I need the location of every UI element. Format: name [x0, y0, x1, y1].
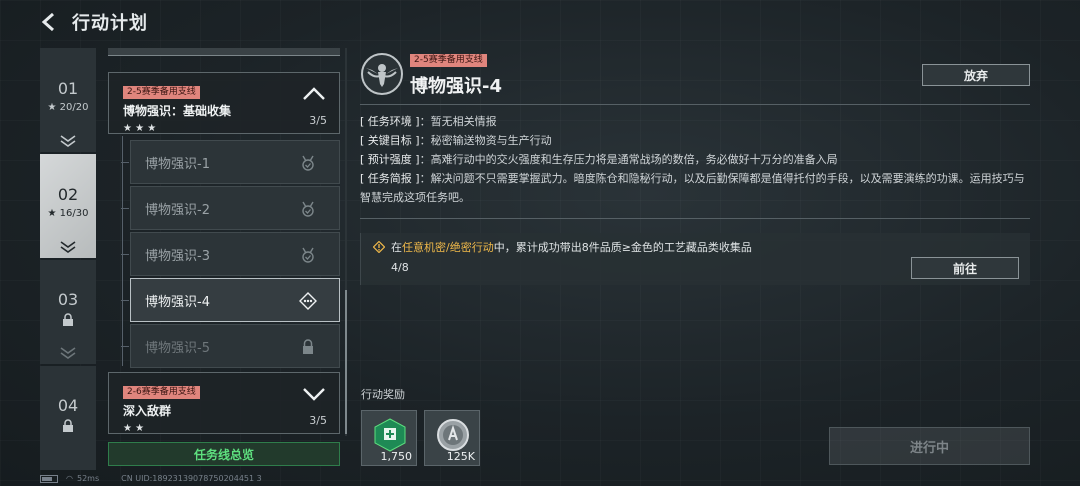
chevron-down-icon[interactable] — [301, 385, 327, 403]
lock-icon — [63, 418, 73, 432]
double-chevron-down-icon — [60, 241, 76, 253]
double-chevron-down-icon — [60, 347, 76, 359]
mission-objective: 在任意机密/绝密行动中，累计成功带出8件品质≥金色的工艺藏品类收集品 4/8 前… — [360, 233, 1030, 285]
in-progress-status-button: 进行中 — [829, 427, 1030, 465]
info-row: [ 任务简报 ]：解决问题不只需要掌握武力。暗度陈仓和隐秘行动，以及后勤保障都是… — [360, 172, 1025, 204]
battery-icon — [40, 474, 58, 483]
in-progress-target-icon — [299, 292, 317, 310]
chapter-number: 04 — [57, 395, 79, 415]
submission-label: 博物强识-4 — [145, 294, 210, 310]
objective-progress: 4/8 — [391, 261, 409, 274]
group-title: 深入敌群 — [123, 404, 172, 418]
group-stars: ★ ★ ★ — [123, 123, 157, 134]
chapter-stars: ★ 16/30 — [47, 208, 89, 219]
info-row: [ 任务环境 ]：暂无相关情报 — [360, 115, 497, 128]
chapter-number: 03 — [57, 289, 79, 309]
top-bar: 行动计划 — [38, 8, 148, 36]
scrollbar-thumb[interactable] — [345, 290, 347, 434]
mission-group-collapsed[interactable]: 2-6赛季备用支线 深入敌群 ★ ★ 3/5 — [108, 372, 340, 434]
reward-amount: 125K — [446, 450, 475, 463]
previous-group-edge — [108, 48, 340, 56]
chapter-03[interactable]: 03 — [40, 260, 96, 364]
reward-item[interactable]: 125K — [424, 410, 480, 466]
season-tag: 2-5赛季备用支线 — [123, 86, 200, 99]
group-title: 博物强识：基础收集 — [123, 104, 232, 118]
objective-diamond-icon — [373, 241, 385, 253]
info-row: [ 预计强度 ]：高难行动中的交火强度和生存压力将是通常战场的数倍，务必做好十万… — [360, 153, 838, 166]
abandon-button[interactable]: 放弃 — [922, 64, 1030, 86]
divider — [360, 104, 1030, 105]
medal-check-icon — [302, 201, 314, 217]
mission-group-expanded[interactable]: 2-5赛季备用支线 博物强识：基础收集 ★ ★ ★ 3/5 — [108, 72, 340, 134]
silver-coin-icon — [437, 419, 469, 451]
group-stars: ★ ★ — [123, 423, 145, 434]
submission-item[interactable]: 博物强识-1 — [121, 140, 340, 184]
chevron-up-icon[interactable] — [301, 85, 327, 103]
chapter-04[interactable]: 04 — [40, 366, 96, 470]
go-button[interactable]: 前往 — [911, 257, 1019, 279]
eagle-emblem-icon — [361, 53, 403, 95]
group-count: 3/5 — [309, 114, 327, 127]
submission-label: 博物强识-5 — [145, 340, 210, 356]
season-tag: 2-6赛季备用支线 — [123, 386, 200, 399]
green-badge-icon — [374, 418, 406, 452]
medal-check-icon — [302, 247, 314, 263]
submission-item[interactable]: 博物强识-3 — [121, 232, 340, 276]
chapter-list: 01 ★ 20/20 02 ★ 16/30 03 04 — [40, 48, 96, 472]
season-tag: 2-5赛季备用支线 — [410, 54, 487, 67]
reward-item[interactable]: 1,750 — [361, 410, 417, 466]
medal-check-icon — [302, 155, 314, 171]
divider — [360, 218, 1030, 219]
submission-label: 博物强识-2 — [145, 202, 210, 218]
mission-title: 博物强识-4 — [410, 76, 502, 97]
chapter-stars: ★ 20/20 — [47, 102, 89, 113]
uid-text: CN UID:18923139078750204451 3 — [121, 474, 262, 483]
lock-icon — [303, 339, 313, 354]
objective-text: 在任意机密/绝密行动中，累计成功带出8件品质≥金色的工艺藏品类收集品 — [391, 241, 752, 254]
double-chevron-down-icon — [60, 135, 76, 147]
page-title: 行动计划 — [72, 13, 148, 34]
group-count: 3/5 — [309, 414, 327, 427]
rewards-label: 行动奖励 — [361, 388, 405, 401]
submission-label: 博物强识-3 — [145, 248, 210, 264]
mission-info: [ 任务环境 ]：暂无相关情报 [ 关键目标 ]：秘密输送物资与生产行动 [ 预… — [360, 112, 1030, 207]
chapter-01[interactable]: 01 ★ 20/20 — [40, 48, 96, 152]
chapter-number: 02 — [57, 185, 79, 204]
ping-text: 52ms — [76, 474, 100, 483]
reward-amount: 1,750 — [380, 450, 413, 463]
submission-label: 博物强识-1 — [145, 156, 210, 172]
mission-list: 2-5赛季备用支线 博物强识：基础收集 ★ ★ ★ 3/5 博物强识-1 博物强… — [108, 48, 340, 436]
back-arrow-icon[interactable] — [38, 11, 60, 33]
wifi-icon: ◠ — [66, 474, 73, 483]
lock-icon — [63, 312, 73, 326]
info-row: [ 关键目标 ]：秘密输送物资与生产行动 — [360, 134, 552, 147]
submission-item-selected[interactable]: 博物强识-4 — [121, 278, 340, 322]
status-bar: ◠ 52ms CN UID:18923139078750204451 3 — [40, 474, 262, 483]
chapter-number: 01 — [57, 79, 79, 98]
tree-connector — [122, 136, 123, 366]
submission-item[interactable]: 博物强识-2 — [121, 186, 340, 230]
mission-line-overview-button[interactable]: 任务线总览 — [108, 442, 340, 466]
submission-item-locked[interactable]: 博物强识-5 — [121, 324, 340, 368]
chapter-02[interactable]: 02 ★ 16/30 — [40, 154, 96, 258]
